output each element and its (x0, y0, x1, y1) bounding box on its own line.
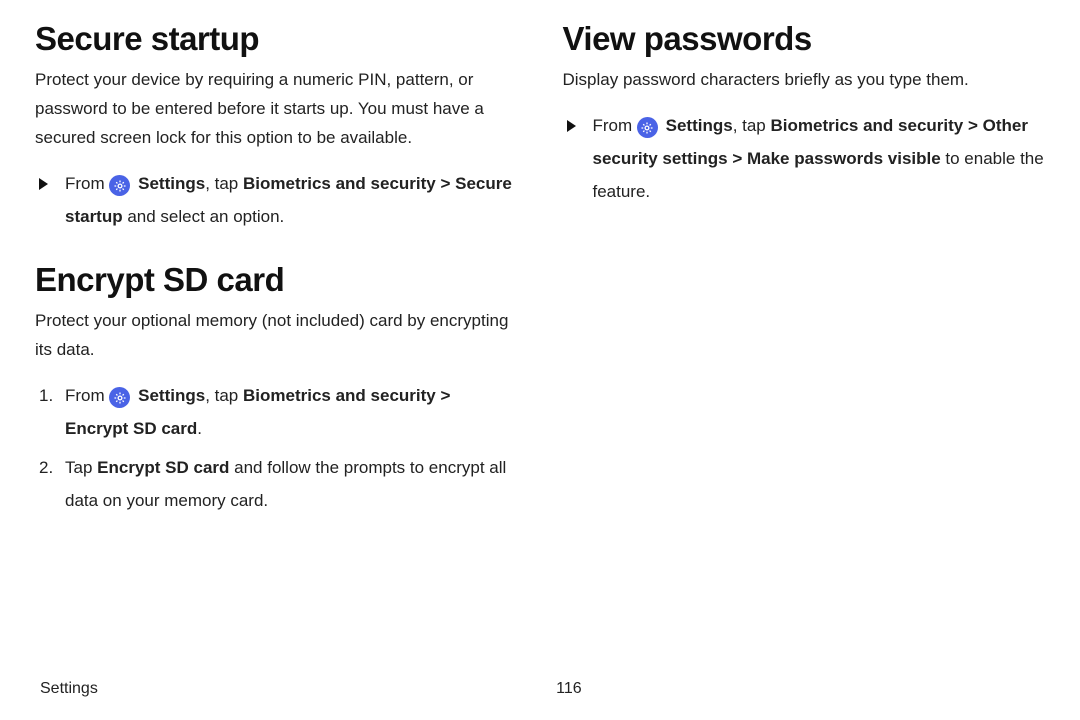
footer-section-label: Settings (40, 680, 98, 698)
text-tap: Tap (65, 458, 97, 477)
step-secure-startup-1: From Settings, tap Biometrics and securi… (39, 167, 518, 233)
desc-encrypt-sd: Protect your optional memory (not includ… (35, 307, 518, 365)
text-encrypt-sd: Encrypt SD card (65, 419, 197, 438)
triangle-bullet-icon (567, 109, 593, 140)
text-gt2: > (728, 149, 747, 168)
number-2: 2. (39, 451, 65, 484)
text-biometrics: Biometrics and security (243, 386, 436, 405)
gear-icon (109, 387, 130, 408)
section-view-passwords: View passwords Display password characte… (563, 20, 1046, 208)
number-1: 1. (39, 379, 65, 412)
text-gt: > (963, 116, 982, 135)
text-select-option: and select an option. (123, 207, 285, 226)
text-make-visible: Make passwords visible (747, 149, 941, 168)
section-secure-startup: Secure startup Protect your device by re… (35, 20, 518, 233)
text-from: From (65, 386, 109, 405)
text-gt: > (436, 174, 455, 193)
left-column: Secure startup Protect your device by re… (35, 20, 518, 545)
step-encrypt-1: 1. From Settings, tap Biometrics and sec… (39, 379, 518, 445)
footer-page-number: 116 (556, 680, 582, 698)
step-view-passwords-1: From Settings, tap Biometrics and securi… (567, 109, 1046, 208)
text-from: From (593, 116, 637, 135)
text-comma-tap: , tap (733, 116, 771, 135)
triangle-bullet-icon (39, 167, 65, 198)
text-settings: Settings (138, 174, 205, 193)
heading-encrypt-sd: Encrypt SD card (35, 261, 518, 299)
desc-secure-startup: Protect your device by requiring a numer… (35, 66, 518, 153)
right-column: View passwords Display password characte… (563, 20, 1046, 545)
text-encrypt-sd-bold: Encrypt SD card (97, 458, 229, 477)
text-gt: > (436, 386, 451, 405)
text-period: . (197, 419, 202, 438)
page-columns: Secure startup Protect your device by re… (35, 20, 1045, 545)
desc-view-passwords: Display password characters briefly as y… (563, 66, 1046, 95)
heading-view-passwords: View passwords (563, 20, 1046, 58)
text-comma-tap: , tap (205, 386, 243, 405)
page-footer: Settings 116 (40, 680, 1040, 698)
gear-icon (109, 175, 130, 196)
step-encrypt-2: 2. Tap Encrypt SD card and follow the pr… (39, 451, 518, 517)
gear-icon (637, 117, 658, 138)
text-settings: Settings (666, 116, 733, 135)
text-from: From (65, 174, 109, 193)
text-comma-tap: , tap (205, 174, 243, 193)
heading-secure-startup: Secure startup (35, 20, 518, 58)
text-biometrics: Biometrics and security (771, 116, 964, 135)
text-biometrics: Biometrics and security (243, 174, 436, 193)
section-encrypt-sd: Encrypt SD card Protect your optional me… (35, 261, 518, 517)
text-settings: Settings (138, 386, 205, 405)
